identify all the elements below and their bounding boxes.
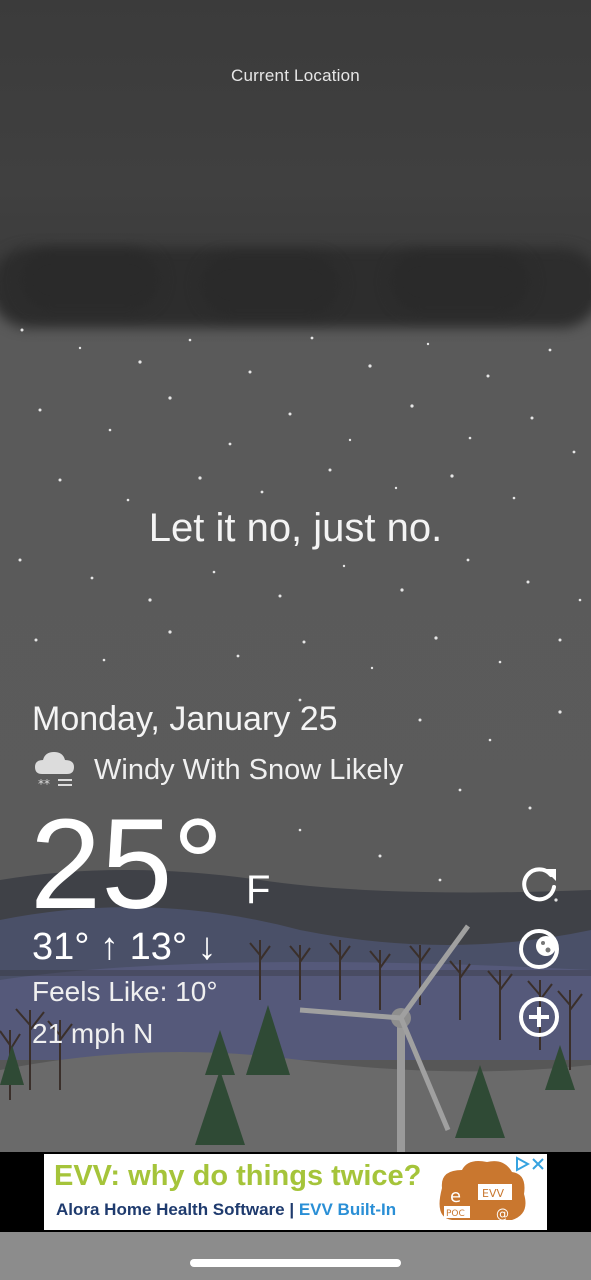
moon-icon — [519, 929, 559, 969]
weather-scene — [0, 0, 591, 1280]
refresh-button[interactable] — [516, 860, 562, 906]
ad-image-label-at: @ — [496, 1207, 509, 1222]
adchoices-icon[interactable] — [514, 1156, 531, 1175]
svg-text:**: ** — [38, 777, 50, 791]
close-icon[interactable] — [530, 1156, 546, 1177]
bottom-strip — [0, 1232, 591, 1280]
forecast-date: Monday, January 25 — [32, 700, 338, 738]
condition-row: ** Windy With Snow Likely — [32, 748, 403, 792]
current-temperature: 25° — [30, 793, 224, 936]
high-low-temperature: 31° ↑ 13° ↓ — [32, 926, 217, 968]
condition-text: Windy With Snow Likely — [94, 753, 404, 786]
ad-subtitle-company: Alora Home Health Software — [56, 1200, 285, 1219]
location-label[interactable]: Current Location — [0, 66, 591, 86]
temperature-unit[interactable]: F — [246, 868, 270, 913]
refresh-icon — [522, 867, 556, 902]
add-icon — [519, 997, 559, 1037]
ad-subtitle-separator: | — [284, 1200, 299, 1219]
ad-title[interactable]: EVV: why do things twice? — [54, 1160, 421, 1193]
storm-cloud-puff — [200, 255, 340, 315]
add-location-button[interactable] — [516, 994, 562, 1040]
ad-subtitle[interactable]: Alora Home Health Software | EVV Built-I… — [56, 1200, 396, 1220]
ad-image-label-e: e — [450, 1186, 461, 1207]
night-mode-button[interactable] — [516, 926, 562, 972]
storm-cloud-puff — [390, 252, 530, 312]
ad-image-label-evv: EVV — [482, 1187, 504, 1200]
feels-like: Feels Like: 10° — [32, 976, 218, 1007]
snow-cloud-icon: ** — [32, 748, 78, 792]
storm-cloud-puff — [20, 250, 160, 310]
ad-image-label-poc: POC — [446, 1209, 465, 1219]
weather-tagline: Let it no, just no. — [148, 506, 443, 550]
wind-speed: 21 mph N — [32, 1018, 154, 1049]
ad-subtitle-feature: EVV Built-In — [298, 1200, 397, 1219]
home-indicator[interactable] — [190, 1259, 401, 1267]
ad-banner[interactable]: EVV: why do things twice? Alora Home Hea… — [44, 1154, 547, 1230]
